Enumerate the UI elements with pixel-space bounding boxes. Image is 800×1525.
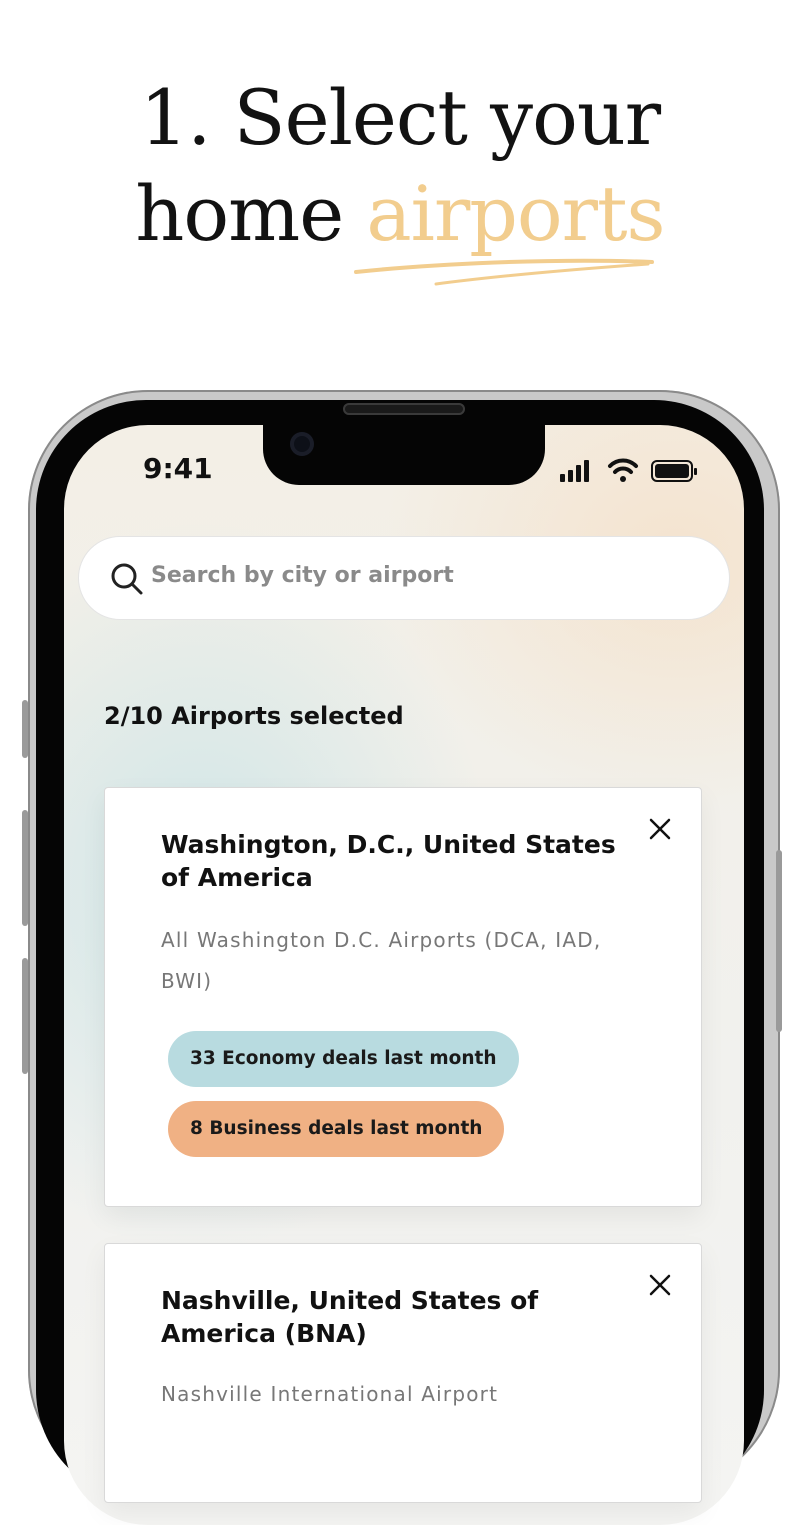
status-time: 9:41: [143, 452, 213, 485]
airport-card: Nashville, United States of America (BNA…: [104, 1243, 702, 1503]
card-description: All Washington D.C. Airports (DCA, IAD, …: [161, 928, 602, 993]
power-button: [776, 850, 782, 1032]
search-placeholder: Search by city or airport: [151, 563, 454, 588]
headline-accent: airports: [366, 169, 665, 258]
silent-switch: [22, 700, 28, 758]
status-icons: [560, 458, 697, 482]
card-description: Nashville International Airport: [161, 1382, 499, 1406]
close-icon[interactable]: [647, 1272, 673, 1298]
headline: 1. Select your home airports: [0, 70, 800, 262]
search-input[interactable]: Search by city or airport: [78, 536, 730, 620]
airport-card: Washington, D.C., United States of Ameri…: [104, 787, 702, 1207]
speaker-grille: [343, 403, 465, 415]
close-icon[interactable]: [647, 816, 673, 842]
underline-stroke-icon: [354, 258, 654, 286]
headline-plain: home: [135, 169, 367, 258]
card-title: Washington, D.C., United States of Ameri…: [161, 830, 616, 892]
volume-up-button: [22, 810, 28, 926]
wifi-icon: [608, 458, 638, 482]
volume-down-button: [22, 958, 28, 1074]
selected-count: 2/10 Airports selected: [104, 702, 404, 730]
business-deals-badge: 8 Business deals last month: [168, 1101, 505, 1157]
signal-icon: [560, 460, 589, 482]
search-icon: [111, 563, 143, 595]
camera-icon: [290, 432, 314, 456]
headline-line-1: 1. Select your: [139, 73, 661, 162]
card-title: Nashville, United States of America (BNA…: [161, 1286, 539, 1348]
headline-line-2: home airports: [0, 166, 800, 262]
battery-icon: [651, 460, 697, 482]
economy-deals-badge: 33 Economy deals last month: [168, 1031, 519, 1087]
